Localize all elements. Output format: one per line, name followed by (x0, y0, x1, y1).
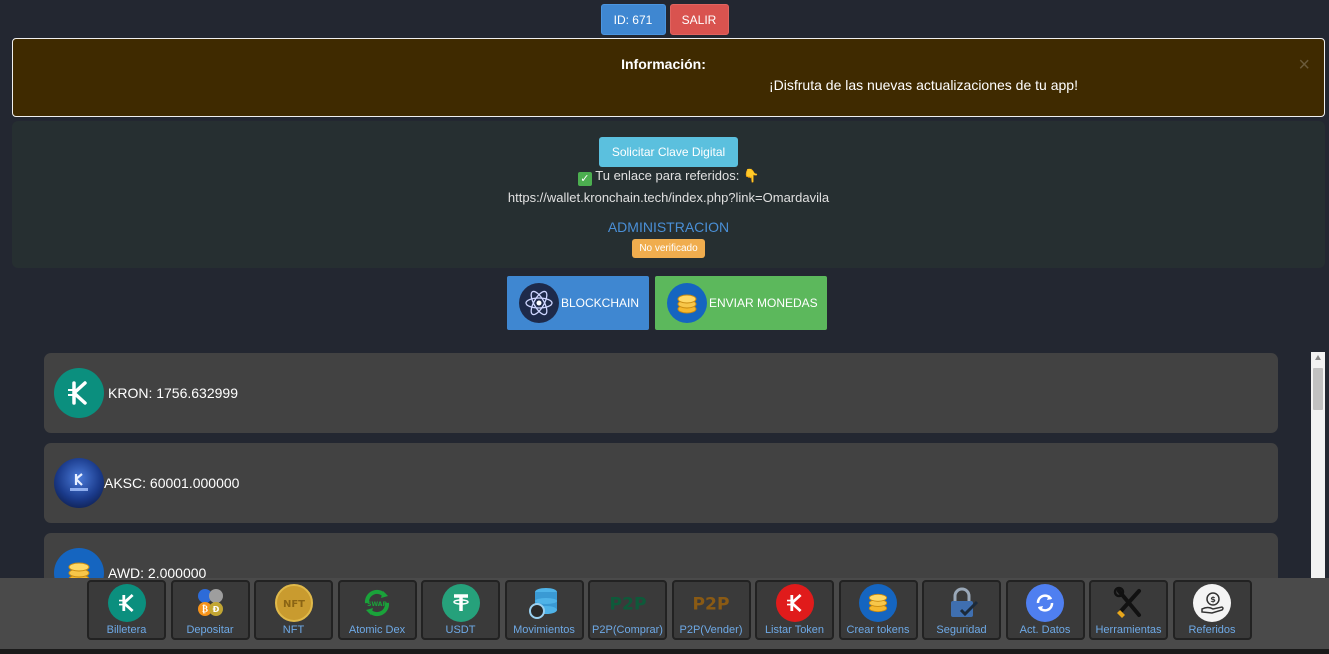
coin-list: KRON: 1756.632999 AKSC: 60001.000000 AWD… (44, 353, 1278, 578)
nav-label: Depositar (186, 624, 234, 636)
nav-label: P2P(Comprar) (592, 624, 663, 636)
request-digital-key-button[interactable]: Solicitar Clave Digital (599, 137, 738, 167)
nav-item-usdt[interactable]: USDT (421, 580, 500, 640)
scroll-up-arrow-icon[interactable] (1315, 355, 1321, 360)
kron-logo-icon (107, 584, 146, 622)
bottom-nav: Billetera ₿ Ð Depositar NFT NFT SWAP Ato… (0, 578, 1329, 654)
nav-label: NFT (282, 624, 305, 636)
logout-button[interactable]: SALIR (669, 4, 729, 35)
nav-item-act-datos[interactable]: Act. Datos (1005, 580, 1085, 640)
tether-icon (441, 584, 480, 622)
nft-coin-icon: NFT (274, 584, 313, 622)
send-coins-label: ENVIAR MONEDAS (709, 296, 818, 310)
coins-icon (859, 584, 897, 622)
check-mark-icon: ✓ (577, 172, 592, 186)
coin-row-awd[interactable]: AWD: 2.000000 (44, 533, 1278, 578)
coin-balance: KRON: 1756.632999 (108, 385, 238, 401)
nav-item-billetera[interactable]: Billetera (87, 580, 166, 640)
nav-item-nft[interactable]: NFT NFT (254, 580, 333, 640)
nav-item-atomic-dex[interactable]: SWAP Atomic Dex (337, 580, 417, 640)
coin-balance: AWD: 2.000000 (108, 565, 207, 578)
nav-item-crear-tokens[interactable]: Crear tokens (838, 580, 918, 640)
nav-label: Act. Datos (1019, 624, 1071, 636)
referral-link[interactable]: https://wallet.kronchain.tech/index.php?… (12, 190, 1325, 205)
coins-icon (667, 283, 707, 323)
user-id-button[interactable]: ID: 671 (600, 4, 666, 35)
nav-item-listar-token[interactable]: Listar Token (755, 580, 834, 640)
referral-line: ✓ Tu enlace para referidos: 👇 (12, 168, 1325, 186)
tools-icon (1110, 584, 1148, 622)
kron-logo-icon (54, 368, 104, 418)
os-taskbar (0, 649, 1329, 654)
nav-item-herramientas[interactable]: Herramientas (1089, 580, 1168, 640)
coin-list-scrollbar[interactable] (1311, 352, 1325, 578)
blockchain-button[interactable]: BLOCKCHAIN (507, 276, 649, 330)
nav-item-depositar[interactable]: ₿ Ð Depositar (170, 580, 250, 640)
account-panel: Solicitar Clave Digital ✓ Tu enlace para… (12, 121, 1325, 268)
pointing-down-icon: 👇 (742, 168, 760, 183)
svg-text:P2P: P2P (693, 595, 730, 615)
aksc-logo-icon (54, 458, 104, 508)
padlock-icon (943, 584, 981, 622)
money-hand-icon: $ (1193, 584, 1231, 622)
svg-text:₿: ₿ (202, 604, 208, 615)
nav-item-seguridad[interactable]: Seguridad (922, 580, 1001, 640)
swap-icon: SWAP (358, 584, 396, 622)
kron-red-icon (775, 584, 814, 622)
nav-label: Crear tokens (846, 624, 910, 636)
nav-item-movimientos[interactable]: Movimientos (504, 580, 584, 640)
admin-link[interactable]: ADMINISTRACION (12, 219, 1325, 235)
svg-text:SWAP: SWAP (367, 601, 387, 608)
referral-label: Tu enlace para referidos: (595, 168, 740, 183)
nav-label: USDT (445, 624, 476, 636)
coin-balance: AKSC: 60001.000000 (104, 475, 240, 491)
close-icon[interactable]: × (1298, 55, 1310, 75)
coin-row-aksc[interactable]: AKSC: 60001.000000 (44, 443, 1278, 523)
coin-row-kron[interactable]: KRON: 1756.632999 (44, 353, 1278, 433)
nav-label: Herramientas (1095, 624, 1162, 636)
nav-label: P2P(Vender) (679, 624, 743, 636)
crypto-coins-icon: ₿ Ð (191, 584, 229, 622)
atom-icon (519, 283, 559, 323)
info-alert: Información: ¡Disfruta de las nuevas act… (12, 38, 1325, 117)
nav-item-p2p-vender[interactable]: P2P P2P(Vender) (671, 580, 751, 640)
database-sync-icon (525, 584, 563, 622)
alert-message: ¡Disfruta de las nuevas actualizaciones … (769, 77, 1078, 93)
alert-title: Información: (621, 56, 706, 72)
nav-label: Movimientos (513, 624, 575, 636)
svg-text:Ð: Ð (213, 605, 220, 614)
refresh-icon (1026, 584, 1064, 622)
send-coins-button[interactable]: ENVIAR MONEDAS (655, 276, 827, 330)
nav-label: Atomic Dex (348, 624, 406, 636)
top-bar: ID: 671 SALIR (0, 4, 1329, 35)
nav-label: Referidos (1188, 624, 1236, 636)
svg-text:P2P: P2P (609, 595, 646, 615)
bottom-nav-bar: Billetera ₿ Ð Depositar NFT NFT SWAP Ato… (87, 580, 1256, 640)
nav-item-p2p-comprar[interactable]: P2P P2P(Comprar) (588, 580, 667, 640)
svg-text:$: $ (1210, 595, 1216, 604)
scrollbar-thumb[interactable] (1313, 368, 1323, 410)
blockchain-label: BLOCKCHAIN (561, 296, 640, 310)
p2p-buy-icon: P2P (609, 584, 647, 622)
nav-label: Listar Token (764, 624, 825, 636)
svg-text:NFT: NFT (282, 599, 304, 610)
coins-icon (54, 548, 104, 578)
verification-status-badge: No verificado (632, 239, 705, 258)
p2p-sell-icon: P2P (692, 584, 730, 622)
nav-item-referidos[interactable]: $ Referidos (1172, 580, 1252, 640)
nav-label: Billetera (106, 624, 147, 636)
nav-label: Seguridad (936, 624, 987, 636)
